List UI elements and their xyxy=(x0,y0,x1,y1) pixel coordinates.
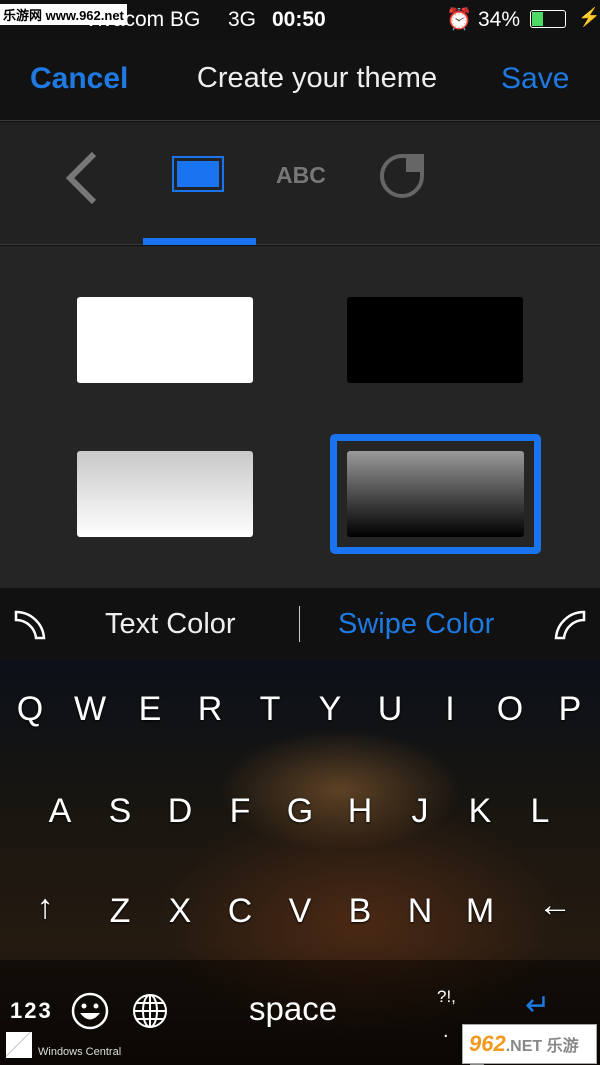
punctuation-key[interactable]: ?!, xyxy=(437,987,456,1007)
key-c[interactable]: C xyxy=(210,892,270,931)
globe-icon[interactable] xyxy=(131,992,169,1030)
swatch-dark-gradient-selected[interactable] xyxy=(330,434,541,554)
key-q[interactable]: Q xyxy=(0,690,60,729)
left-curve-icon[interactable] xyxy=(14,608,48,642)
key-a[interactable]: A xyxy=(30,792,90,831)
text-style-tab[interactable]: ABC xyxy=(276,162,326,189)
962-watermark-logo: 962.NET 乐游网 xyxy=(462,1024,597,1065)
key-y[interactable]: Y xyxy=(300,690,360,729)
key-i[interactable]: I xyxy=(420,690,480,729)
battery-percent: 34% xyxy=(478,8,521,31)
numbers-key[interactable]: 123 xyxy=(10,998,53,1024)
status-bar: ●●●●○ Vivacom BG 3G 00:50 ⏰ 34% ⚡ 乐游网 ww… xyxy=(0,0,600,40)
back-icon[interactable] xyxy=(62,150,102,206)
battery-icon xyxy=(530,10,566,28)
watermark: 乐游网 www.962.net xyxy=(0,4,127,25)
key-m[interactable]: M xyxy=(450,892,510,931)
active-tab-indicator xyxy=(143,238,256,245)
shape-icon[interactable] xyxy=(378,152,426,200)
keyboard-bottom-row: 123 space ?!, . ↵ Windows Central 962.NE… xyxy=(0,960,600,1065)
key-l[interactable]: L xyxy=(510,792,570,831)
right-curve-icon[interactable] xyxy=(552,608,586,642)
emoji-icon[interactable] xyxy=(71,992,109,1030)
key-x[interactable]: X xyxy=(150,892,210,931)
background-swatches xyxy=(0,246,600,588)
time: 00:50 xyxy=(272,8,326,31)
swatch-light-gradient[interactable] xyxy=(77,451,253,537)
key-k[interactable]: K xyxy=(450,792,510,831)
enter-key[interactable]: ↵ xyxy=(525,988,550,1023)
key-z[interactable]: Z xyxy=(90,892,150,931)
background-icon[interactable] xyxy=(172,156,224,192)
key-n[interactable]: N xyxy=(390,892,450,931)
key-d[interactable]: D xyxy=(150,792,210,831)
key-r[interactable]: R xyxy=(180,690,240,729)
divider xyxy=(299,606,300,642)
color-bar: Text Color Swipe Color xyxy=(0,588,600,660)
toolbar: ABC xyxy=(0,122,600,245)
key-t[interactable]: T xyxy=(240,690,300,729)
swipe-color-tab[interactable]: Swipe Color xyxy=(338,608,494,641)
key-u[interactable]: U xyxy=(360,690,420,729)
swatch-black[interactable] xyxy=(347,297,523,383)
network: 3G xyxy=(228,8,257,31)
keyboard-preview: QWERTYUIOP ASDFGHJKL ZXCVBNM ↑ ← 123 space… xyxy=(0,660,600,1065)
key-v[interactable]: V xyxy=(270,892,330,931)
swatch-white[interactable] xyxy=(77,297,253,383)
key-p[interactable]: P xyxy=(540,690,600,729)
key-f[interactable]: F xyxy=(210,792,270,831)
nav-bar: Cancel Create your theme Save xyxy=(0,40,600,121)
key-o[interactable]: O xyxy=(480,690,540,729)
space-key[interactable]: space xyxy=(249,990,337,1028)
credit-text: Windows Central xyxy=(38,1046,122,1058)
key-e[interactable]: E xyxy=(120,690,180,729)
save-button[interactable]: Save xyxy=(501,62,569,96)
backspace-key[interactable]: ← xyxy=(525,886,585,925)
key-b[interactable]: B xyxy=(330,892,390,931)
alarm-icon: ⏰ xyxy=(446,8,473,31)
windows-logo xyxy=(6,1032,32,1058)
shift-key[interactable]: ↑ xyxy=(15,888,75,927)
period-key[interactable]: . xyxy=(443,1020,449,1043)
key-w[interactable]: W xyxy=(60,690,120,729)
text-color-tab[interactable]: Text Color xyxy=(105,608,236,641)
key-j[interactable]: J xyxy=(390,792,450,831)
key-g[interactable]: G xyxy=(270,792,330,831)
key-h[interactable]: H xyxy=(330,792,390,831)
key-s[interactable]: S xyxy=(90,792,150,831)
charging-icon: ⚡ xyxy=(578,7,600,27)
